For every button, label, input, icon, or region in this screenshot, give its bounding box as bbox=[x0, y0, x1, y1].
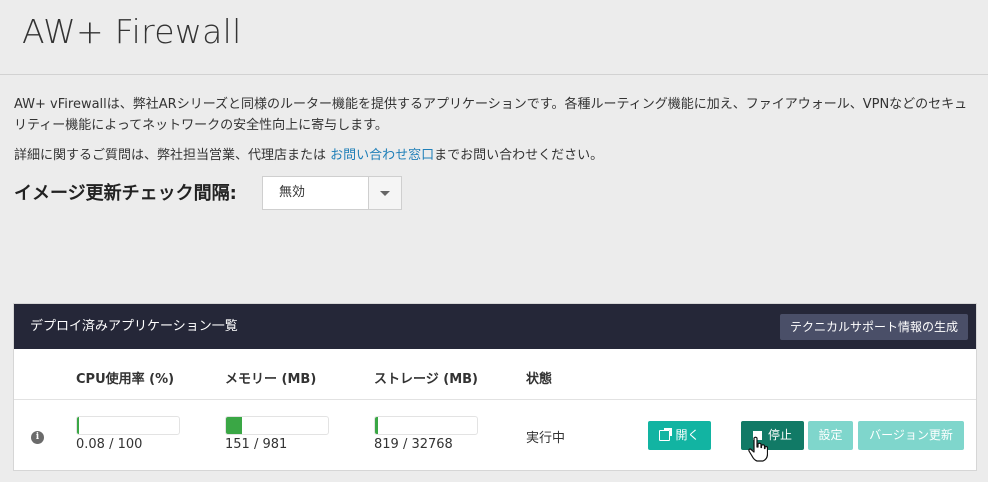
cpu-usage-value: 0.08 / 100 bbox=[76, 437, 143, 452]
info-circle-icon[interactable]: i bbox=[31, 431, 44, 444]
column-header-memory: メモリー (MB) bbox=[225, 372, 317, 387]
status-badge: 実行中 bbox=[526, 431, 566, 446]
generate-tech-support-button[interactable]: テクニカルサポート情報の生成 bbox=[779, 314, 968, 340]
memory-usage-bar bbox=[225, 416, 329, 435]
memory-usage-value: 151 / 981 bbox=[225, 437, 288, 452]
storage-usage-bar bbox=[374, 416, 478, 435]
contact-prefix: 詳細に関するご質問は、弊社担当営業、代理店または bbox=[14, 148, 331, 163]
stop-button[interactable]: 停止 bbox=[741, 421, 804, 450]
external-link-icon bbox=[659, 428, 673, 441]
page-title: AW+ Firewall bbox=[22, 12, 242, 51]
cpu-usage-bar bbox=[76, 416, 180, 435]
title-divider bbox=[0, 74, 988, 75]
stop-square-icon bbox=[752, 431, 762, 440]
storage-usage-fill bbox=[375, 417, 378, 434]
cpu-usage-fill bbox=[77, 417, 79, 434]
column-header-storage: ストレージ (MB) bbox=[374, 372, 478, 387]
contact-text: 詳細に関するご質問は、弊社担当営業、代理店または お問い合わせ窓口までお問い合わ… bbox=[14, 146, 976, 166]
column-header-cpu: CPU使用率 (%) bbox=[76, 372, 175, 387]
open-button-label: 開く bbox=[675, 428, 700, 442]
select-value: 無効 bbox=[279, 185, 306, 200]
storage-usage-value: 819 / 32768 bbox=[374, 437, 453, 452]
app-description: AW+ vFirewallは、弊社ARシリーズと同様のルーター機能を提供するアプ… bbox=[14, 97, 968, 133]
memory-usage-fill bbox=[226, 417, 242, 434]
open-button[interactable]: 開く bbox=[648, 421, 711, 450]
image-check-interval-label: イメージ更新チェック間隔: bbox=[14, 183, 237, 204]
panel-header: デプロイ済みアプリケーション一覧 テクニカルサポート情報の生成 bbox=[14, 304, 976, 349]
config-button[interactable]: 設定 bbox=[808, 421, 853, 450]
image-check-interval-select[interactable]: 無効 bbox=[262, 176, 402, 210]
caret-down-icon[interactable] bbox=[368, 177, 401, 209]
contact-suffix: までお問い合わせください。 bbox=[434, 148, 604, 163]
contact-link[interactable]: お問い合わせ窓口 bbox=[330, 148, 434, 163]
panel-title: デプロイ済みアプリケーション一覧 bbox=[30, 319, 238, 334]
row-divider bbox=[14, 399, 976, 400]
stop-button-label: 停止 bbox=[767, 428, 792, 442]
column-header-status: 状態 bbox=[526, 372, 553, 387]
version-update-button[interactable]: バージョン更新 bbox=[858, 421, 964, 450]
deployed-apps-panel: デプロイ済みアプリケーション一覧 テクニカルサポート情報の生成 CPU使用率 (… bbox=[13, 303, 977, 471]
